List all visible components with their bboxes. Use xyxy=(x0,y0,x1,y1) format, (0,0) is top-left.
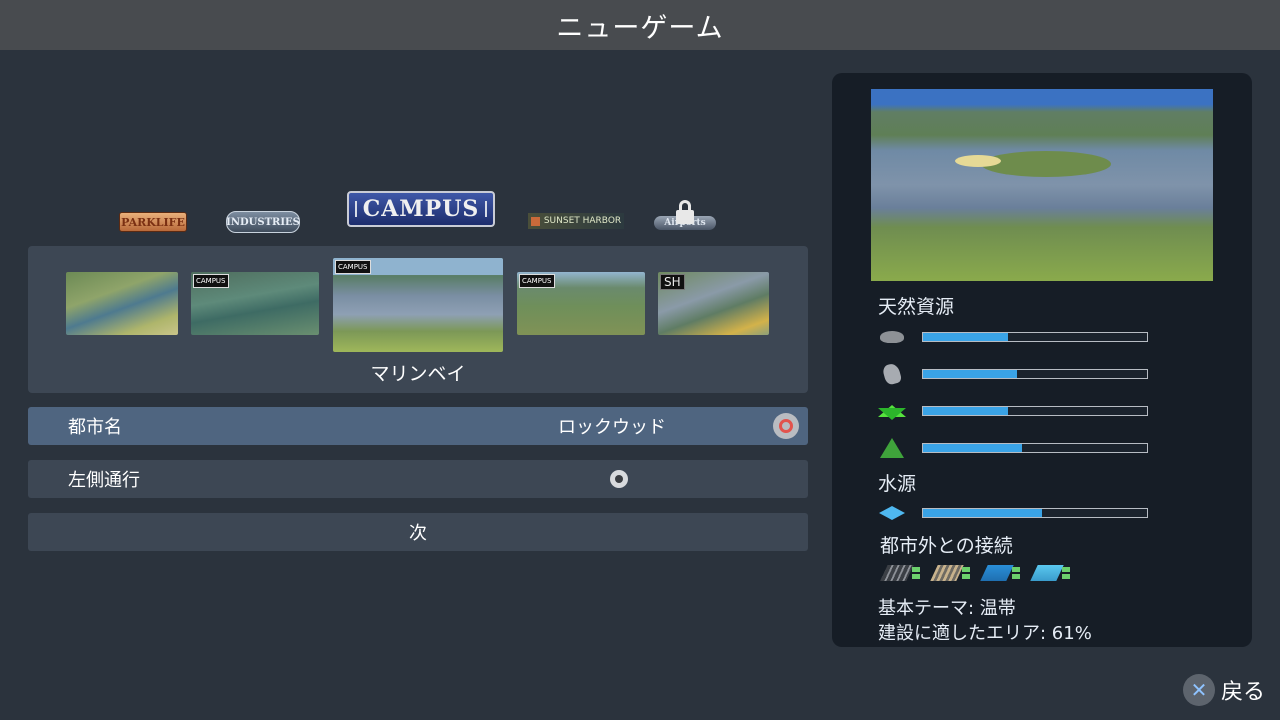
campus-logo[interactable]: CAMPUS xyxy=(347,191,495,227)
connections-title: 都市外との接続 xyxy=(880,535,1013,557)
buildable-area-text: 建設に適したエリア: 61% xyxy=(878,623,1092,644)
sunset-harbor-badge-icon: SH xyxy=(660,274,685,290)
map-carousel: CAMPUS CAMPUS CAMPUS SH マリンベイ xyxy=(28,246,808,393)
map-thumbnail[interactable]: CAMPUS xyxy=(191,272,319,335)
sunset-harbor-logo[interactable]: SUNSET HARBOR xyxy=(528,213,624,229)
next-button[interactable]: 次 xyxy=(28,513,808,551)
map-thumbnail[interactable] xyxy=(66,272,178,335)
water-icon xyxy=(878,502,906,524)
circle-button-icon[interactable] xyxy=(773,413,799,439)
ore-icon xyxy=(878,362,906,386)
airplane-connection-icon xyxy=(1030,561,1070,585)
fertile-land-bar xyxy=(922,406,1148,416)
sunset-harbor-icon xyxy=(530,216,540,226)
ship-connection-icon xyxy=(980,561,1020,585)
back-button-label: 戻る xyxy=(1221,680,1266,705)
resource-oil xyxy=(878,326,1158,348)
parklife-logo-text: PARKLIFE xyxy=(121,215,185,229)
preview-island xyxy=(981,151,1111,177)
highway-connection-icon xyxy=(880,561,920,585)
parklife-logo[interactable]: PARKLIFE xyxy=(119,212,187,232)
left-traffic-label: 左側通行 xyxy=(68,470,140,491)
sunset-harbor-logo-text: SUNSET HARBOR xyxy=(543,216,622,226)
campus-logo-text: CAMPUS xyxy=(362,196,480,222)
map-thumbnail-selected[interactable]: CAMPUS xyxy=(333,258,503,352)
forest-icon xyxy=(878,437,906,459)
map-thumbnail[interactable]: CAMPUS xyxy=(517,272,645,335)
city-name-field[interactable]: 都市名 ロックウッド xyxy=(28,407,808,445)
map-thumbnail[interactable]: SH xyxy=(658,272,769,335)
expansion-logos: PARKLIFE INDUSTRIES CAMPUS SUNSET HARBOR… xyxy=(0,180,820,240)
resource-forest xyxy=(878,437,1158,459)
cross-button-icon: ✕ xyxy=(1183,674,1215,706)
industries-logo[interactable]: INDUSTRIES xyxy=(226,211,300,233)
ore-bar xyxy=(922,369,1148,379)
city-name-label: 都市名 xyxy=(68,417,122,438)
oil-bar xyxy=(922,332,1148,342)
campus-wing-right xyxy=(485,201,487,217)
resource-fertile-land xyxy=(878,400,1158,422)
back-button[interactable]: ✕ 戻る xyxy=(1183,674,1265,706)
resource-ore xyxy=(878,362,1158,386)
industries-logo-text: INDUSTRIES xyxy=(226,216,300,228)
theme-text: 基本テーマ: 温帯 xyxy=(878,598,1016,619)
lock-icon xyxy=(676,200,694,224)
water-title: 水源 xyxy=(878,473,917,495)
campus-badge-icon: CAMPUS xyxy=(519,274,555,288)
connection-icons xyxy=(880,561,1070,587)
map-info-panel: 天然資源 水源 都市外との接続 基本テーマ: 温帯 建設に適したエリア: 61% xyxy=(832,73,1252,647)
resource-water xyxy=(878,502,1158,524)
fertile-land-icon xyxy=(878,400,906,422)
left-traffic-toggle[interactable]: 左側通行 xyxy=(28,460,808,498)
title-bar: ニューゲーム xyxy=(0,0,1280,50)
city-name-value[interactable]: ロックウッド xyxy=(558,413,666,439)
campus-wing-left xyxy=(355,201,357,217)
campus-badge-icon: CAMPUS xyxy=(193,274,229,288)
preview-beach xyxy=(955,155,1001,167)
water-bar xyxy=(922,508,1148,518)
natural-resources-title: 天然資源 xyxy=(878,296,955,318)
campus-badge-icon: CAMPUS xyxy=(335,260,371,274)
left-traffic-radio[interactable] xyxy=(610,470,628,488)
train-connection-icon xyxy=(930,561,970,585)
selected-map-name: マリンベイ xyxy=(370,363,466,385)
airports-logo[interactable]: Airports xyxy=(654,200,716,234)
oil-icon xyxy=(878,326,906,348)
forest-bar xyxy=(922,443,1148,453)
page-title: ニューゲーム xyxy=(556,12,724,44)
next-button-label: 次 xyxy=(409,523,427,544)
map-preview-image xyxy=(871,89,1213,281)
